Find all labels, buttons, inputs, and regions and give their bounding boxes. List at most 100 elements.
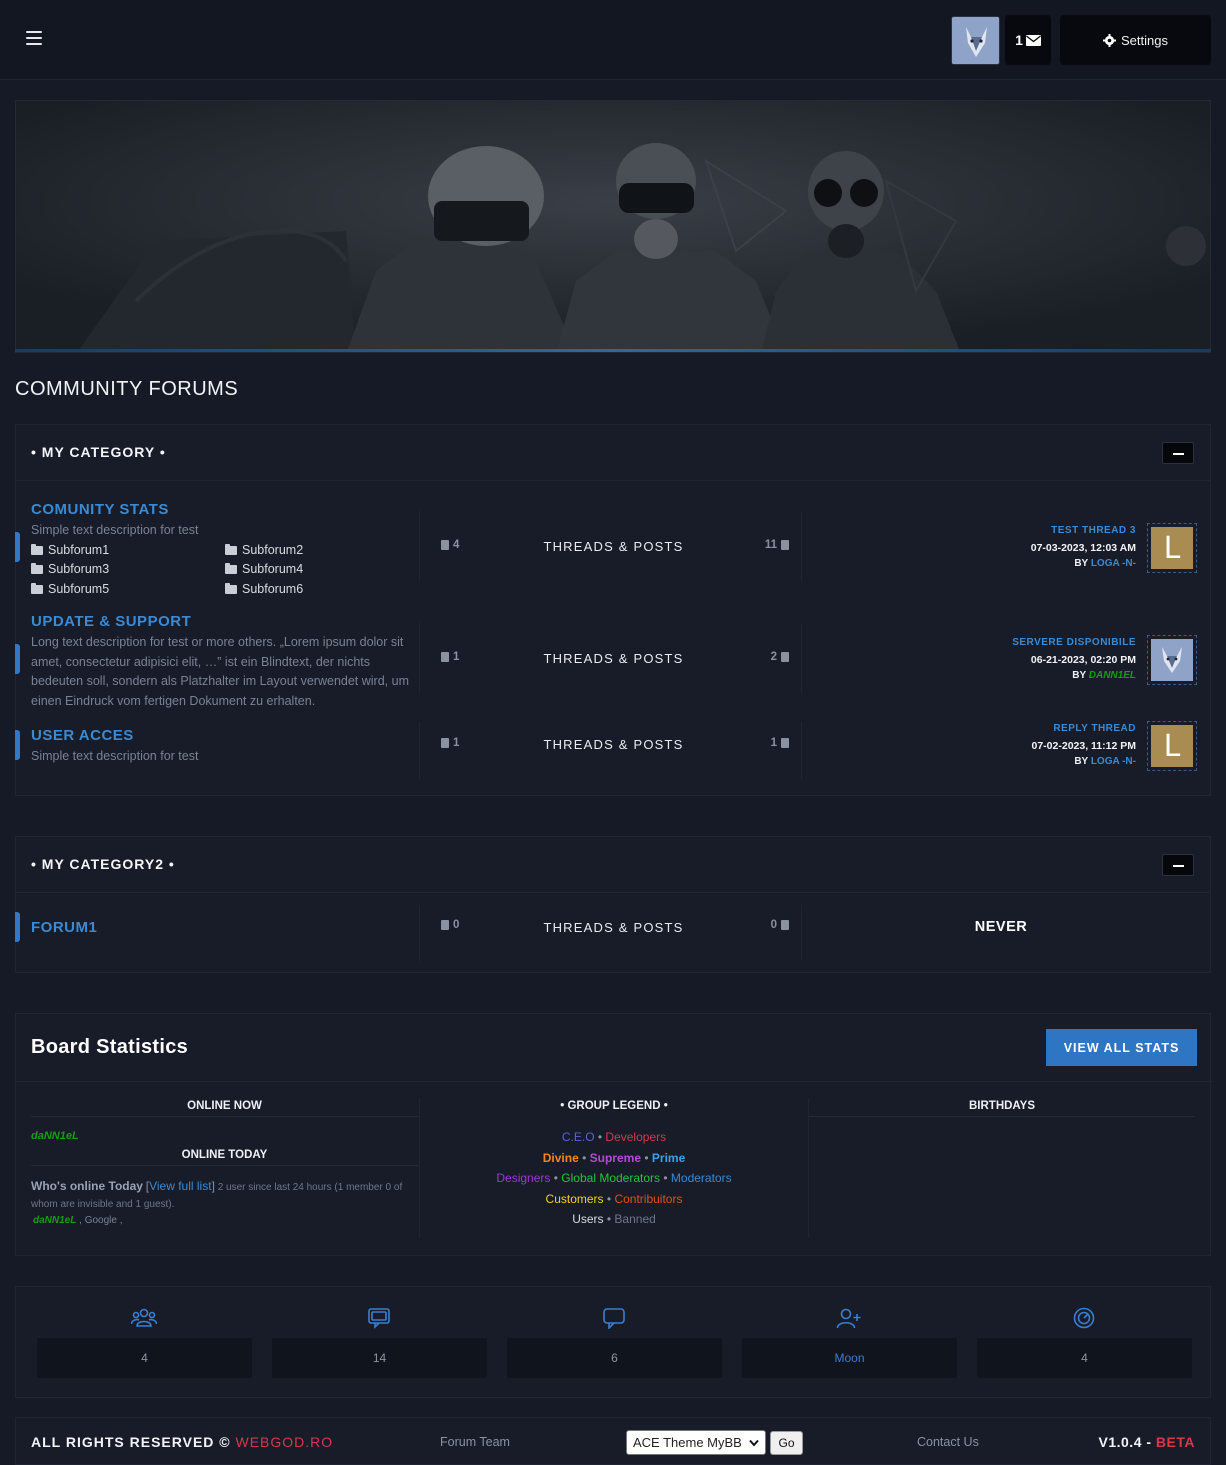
column-divider xyxy=(419,623,420,693)
subforum-link[interactable]: Subforum1 xyxy=(31,543,109,557)
group-ceo[interactable]: C.E.O xyxy=(562,1130,595,1144)
group-legend-row: Customers • Contribuitors xyxy=(545,1192,683,1206)
group-contributors[interactable]: Contribuitors xyxy=(614,1192,682,1206)
go-button[interactable]: Go xyxy=(770,1431,803,1455)
row-accent xyxy=(15,912,20,942)
contact-us-link[interactable]: Contact Us xyxy=(917,1435,979,1449)
forum-description: Long text description for test or more o… xyxy=(31,635,409,708)
subforum-link[interactable]: Subforum4 xyxy=(225,562,303,576)
category-panel-1: • MY CATEGORY • COMUNITY STATS Simple te… xyxy=(15,424,1211,796)
minus-icon xyxy=(1173,453,1184,455)
last-post-never: NEVER xyxy=(974,919,1028,935)
wolf-avatar-icon xyxy=(952,17,999,64)
online-today-heading: ONLINE TODAY xyxy=(181,1149,268,1161)
last-poster-avatar[interactable]: L xyxy=(1147,523,1197,573)
subforum-link[interactable]: Subforum2 xyxy=(225,543,303,557)
group-designers[interactable]: Designers xyxy=(496,1171,550,1185)
today-user-link[interactable]: daNN1eL xyxy=(33,1215,76,1226)
group-customers[interactable]: Customers xyxy=(546,1192,604,1206)
last-poster-avatar[interactable]: L xyxy=(1147,721,1197,771)
column-divider xyxy=(808,1098,809,1238)
header-banner xyxy=(15,100,1211,353)
brand-link[interactable]: WEBGOD.RO xyxy=(236,1434,334,1450)
group-divine[interactable]: Divine xyxy=(543,1151,579,1165)
document-icon xyxy=(441,540,449,550)
category-header: • MY CATEGORY2 • xyxy=(16,837,1210,893)
chevron-down-icon xyxy=(749,1439,759,1447)
group-banned[interactable]: Banned xyxy=(614,1212,655,1226)
forum-link[interactable]: USER ACCES xyxy=(31,727,134,744)
newest-member-icon xyxy=(836,1308,861,1329)
collapse-button[interactable] xyxy=(1162,442,1194,464)
hamburger-icon[interactable] xyxy=(26,31,42,45)
forum-link[interactable]: UPDATE & SUPPORT xyxy=(31,613,191,630)
category-title: • MY CATEGORY2 • xyxy=(31,856,175,872)
author-link[interactable]: LOGA -N- xyxy=(1091,558,1136,569)
last-post-info: TEST THREAD 3 07-03-2023, 12:03 AM BY LO… xyxy=(1031,523,1136,573)
operators-banner-image xyxy=(16,101,1210,352)
row-accent xyxy=(15,644,20,674)
thread-count: 1 xyxy=(441,651,459,663)
theme-selected-value: ACE Theme MyBB xyxy=(633,1435,742,1450)
forum-description: Simple text description for test xyxy=(31,523,199,537)
avatar-letter: L xyxy=(1151,725,1193,767)
group-users[interactable]: Users xyxy=(572,1212,603,1226)
heading-divider xyxy=(809,1116,1195,1117)
thread-count: 4 xyxy=(441,539,459,551)
thread-count: 1 xyxy=(441,737,459,749)
last-post-title[interactable]: REPLY THREAD xyxy=(1032,721,1137,738)
message-count: 1 xyxy=(1015,32,1023,48)
last-post-title[interactable]: TEST THREAD 3 xyxy=(1031,523,1136,540)
envelope-icon xyxy=(1025,34,1041,46)
row-accent xyxy=(15,730,20,760)
column-divider xyxy=(801,905,802,961)
group-legend-row: Users • Banned xyxy=(572,1212,656,1226)
posts-icon xyxy=(603,1308,625,1329)
post-count: 1 xyxy=(761,737,789,749)
group-developers[interactable]: Developers xyxy=(605,1130,666,1144)
threads-posts-label: THREADS & POSTS xyxy=(543,651,684,666)
settings-label: Settings xyxy=(1121,32,1168,48)
online-user-link[interactable]: daNN1eL xyxy=(31,1130,79,1142)
group-global-moderators[interactable]: Global Moderators xyxy=(561,1171,660,1185)
author-link[interactable]: DANN1EL xyxy=(1089,670,1136,681)
column-divider xyxy=(419,1098,420,1238)
members-counter: 4 xyxy=(37,1338,252,1378)
view-full-list-link[interactable]: View full list xyxy=(149,1179,211,1193)
threads-posts-label: THREADS & POSTS xyxy=(543,920,684,935)
group-moderators[interactable]: Moderators xyxy=(671,1171,732,1185)
last-post-title[interactable]: SERVERE DISPONIBILE xyxy=(1012,635,1136,652)
last-post-info: REPLY THREAD 07-02-2023, 11:12 PM BY LOG… xyxy=(1032,721,1137,771)
messages-button[interactable]: 1 xyxy=(1005,15,1051,65)
document-icon xyxy=(781,652,789,662)
document-icon xyxy=(781,540,789,550)
view-all-stats-button[interactable]: VIEW ALL STATS xyxy=(1046,1029,1197,1066)
threads-posts-label: THREADS & POSTS xyxy=(543,737,684,752)
column-divider xyxy=(419,511,420,581)
avatar-letter: L xyxy=(1151,527,1193,569)
author-link[interactable]: LOGA -N- xyxy=(1091,756,1136,767)
group-supreme[interactable]: Supreme xyxy=(590,1151,641,1165)
last-post-info: SERVERE DISPONIBILE 06-21-2023, 02:20 PM… xyxy=(1012,635,1136,685)
group-prime[interactable]: Prime xyxy=(652,1151,685,1165)
user-avatar[interactable] xyxy=(951,16,1000,65)
version-label: V1.0.4 - BETA xyxy=(1098,1434,1195,1450)
column-divider xyxy=(801,722,802,780)
group-legend-row: C.E.O • Developers xyxy=(561,1130,667,1144)
settings-button[interactable]: Settings xyxy=(1060,15,1211,65)
theme-select[interactable]: ACE Theme MyBB xyxy=(626,1430,766,1455)
forum-team-link[interactable]: Forum Team xyxy=(440,1435,510,1449)
last-poster-avatar[interactable] xyxy=(1147,635,1197,685)
folder-icon xyxy=(225,543,237,555)
group-legend-row: Designers • Global Moderators • Moderato… xyxy=(496,1171,732,1185)
stats-title: Board Statistics xyxy=(31,1036,189,1058)
newest-member-counter[interactable]: Moon xyxy=(742,1338,957,1378)
posts-counter: 6 xyxy=(507,1338,722,1378)
subforum-link[interactable]: Subforum3 xyxy=(31,562,109,576)
forum-link[interactable]: COMUNITY STATS xyxy=(31,501,169,518)
forum-row: FORUM1 0 THREADS & POSTS 0 NEVER xyxy=(15,893,1212,973)
last-post-author: BY LOGA -N- xyxy=(1074,756,1136,767)
members-icon xyxy=(131,1308,157,1327)
collapse-button[interactable] xyxy=(1162,854,1194,876)
forum-link[interactable]: FORUM1 xyxy=(31,919,97,936)
